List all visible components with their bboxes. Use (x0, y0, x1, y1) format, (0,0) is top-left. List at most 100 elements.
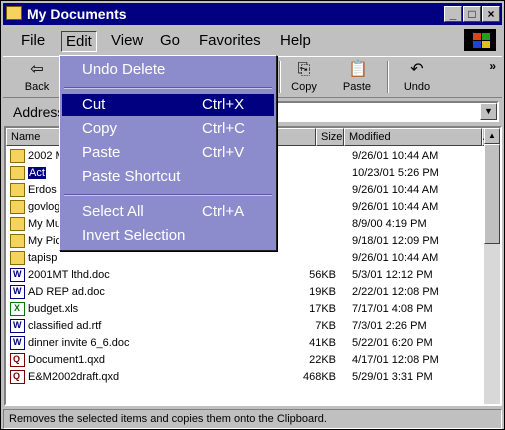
menu-bar: File Edit View Go Favorites Help (3, 29, 502, 53)
menu-item-label: Paste Shortcut (82, 168, 181, 185)
file-row[interactable]: E&M2002draft.qxd 468KB 5/29/01 3:31 PM (8, 369, 484, 386)
menu-item-shortcut: Ctrl+A (202, 203, 245, 220)
windows-logo-icon (464, 29, 496, 51)
toolbar-more-chevron-icon[interactable]: » (489, 59, 496, 73)
toolbar-separator (387, 61, 389, 93)
file-modified: 9/18/01 12:09 PM (352, 235, 439, 247)
undo-button[interactable]: ↶ Undo (393, 59, 441, 97)
copy-label: Copy (291, 81, 317, 93)
back-arrow-icon: ⇦ (30, 61, 44, 78)
file-row[interactable]: budget.xls 17KB 7/17/01 4:08 PM (8, 301, 484, 318)
file-row[interactable]: dinner invite 6_6.doc 41KB 5/22/01 6:20 PM (8, 335, 484, 352)
file-row[interactable]: classified ad.rtf 7KB 7/3/01 2:26 PM (8, 318, 484, 335)
menu-item-label: Invert Selection (82, 227, 186, 244)
back-label: Back (24, 81, 50, 93)
file-name: My Mu (28, 218, 61, 230)
close-button[interactable]: × (482, 6, 500, 22)
folder-icon (6, 6, 22, 20)
edit-menu-dropdown: Undo Delete Cut Ctrl+X Copy Ctrl+C Paste… (59, 55, 277, 251)
excel-file-icon (10, 302, 25, 316)
copy-icon: ⎘ (297, 61, 311, 78)
menu-item-shortcut: Ctrl+X (202, 96, 245, 113)
menu-favorites[interactable]: Favorites (195, 31, 265, 50)
menu-item-undo-delete[interactable]: Undo Delete (62, 59, 274, 81)
file-modified: 4/17/01 12:08 PM (352, 354, 439, 366)
word-file-icon (10, 285, 25, 299)
folder-icon (10, 183, 25, 197)
address-label: Address (13, 104, 65, 120)
file-row[interactable]: Document1.qxd 22KB 4/17/01 12:08 PM (8, 352, 484, 369)
menu-item-label: Undo Delete (82, 61, 166, 78)
file-size: 56KB (309, 269, 336, 281)
menu-item-copy[interactable]: Copy Ctrl+C (62, 118, 274, 140)
file-name: Act (27, 166, 47, 180)
minimize-button[interactable]: _ (444, 6, 462, 22)
back-button[interactable]: ⇦ Back (13, 59, 61, 97)
paste-icon: 📋 (348, 61, 368, 78)
menu-view[interactable]: View (107, 31, 147, 50)
menu-item-select-all[interactable]: Select All Ctrl+A (62, 201, 274, 223)
word-file-icon (10, 319, 25, 333)
file-name: Erdos (28, 184, 57, 196)
menu-item-shortcut: Ctrl+C (202, 120, 245, 137)
file-modified: 9/26/01 10:44 AM (352, 201, 439, 213)
menu-item-label: Select All (82, 203, 144, 220)
file-name: classified ad.rtf (28, 320, 102, 332)
title-bar[interactable]: My Documents _ □ × (3, 3, 502, 25)
file-modified: 8/9/00 4:19 PM (352, 218, 427, 230)
quark-file-icon (10, 370, 25, 384)
file-row[interactable]: tapisp 9/26/01 10:44 AM (8, 250, 484, 267)
file-size: 41KB (309, 337, 336, 349)
menu-file[interactable]: File (17, 31, 49, 50)
menu-item-paste-shortcut[interactable]: Paste Shortcut (62, 166, 274, 188)
file-modified: 5/29/01 3:31 PM (352, 371, 433, 383)
address-dropdown-icon[interactable]: ▼ (480, 103, 497, 120)
file-size: 468KB (302, 371, 336, 383)
file-modified: 5/22/01 6:20 PM (352, 337, 433, 349)
file-name: 2001MT lthd.doc (28, 269, 110, 281)
menu-item-cut[interactable]: Cut Ctrl+X (62, 94, 274, 116)
maximize-button[interactable]: □ (463, 6, 481, 22)
menu-go[interactable]: Go (156, 31, 184, 50)
copy-button[interactable]: ⎘ Copy (280, 59, 328, 97)
menu-item-paste[interactable]: Paste Ctrl+V (62, 142, 274, 164)
menu-help[interactable]: Help (276, 31, 315, 50)
menu-separator (64, 87, 272, 89)
word-file-icon (10, 336, 25, 350)
file-name: AD REP ad.doc (28, 286, 105, 298)
scroll-thumb[interactable] (484, 144, 500, 244)
menu-edit[interactable]: Edit (61, 31, 97, 52)
file-row[interactable]: AD REP ad.doc 19KB 2/22/01 12:08 PM (8, 284, 484, 301)
folder-icon (10, 251, 25, 265)
file-size: 17KB (309, 303, 336, 315)
file-size: 22KB (309, 354, 336, 366)
undo-label: Undo (403, 81, 431, 93)
folder-icon (10, 217, 25, 231)
paste-label: Paste (342, 81, 372, 93)
file-row[interactable]: 2001MT lthd.doc 56KB 5/3/01 12:12 PM (8, 267, 484, 284)
menu-item-label: Cut (82, 96, 106, 113)
menu-separator (64, 194, 272, 196)
vertical-scrollbar[interactable]: ▲ (484, 128, 500, 404)
file-modified: 7/3/01 2:26 PM (352, 320, 427, 332)
file-name: Document1.qxd (28, 354, 106, 366)
file-name: govlog (28, 201, 61, 213)
folder-icon (10, 200, 25, 214)
quark-file-icon (10, 353, 25, 367)
folder-icon (10, 166, 25, 180)
scroll-up-icon[interactable]: ▲ (484, 128, 500, 144)
folder-icon (10, 234, 25, 248)
file-modified: 9/26/01 10:44 AM (352, 184, 439, 196)
undo-icon: ↶ (410, 61, 424, 78)
file-name: My Pic (28, 235, 61, 247)
menu-item-invert-selection[interactable]: Invert Selection (62, 225, 274, 247)
file-size: 19KB (309, 286, 336, 298)
paste-button[interactable]: 📋 Paste (333, 59, 381, 97)
menu-item-label: Copy (82, 120, 118, 137)
window-title: My Documents (27, 6, 127, 22)
word-file-icon (10, 268, 25, 282)
column-header-modified[interactable]: Modified (344, 128, 482, 146)
folder-icon (10, 149, 25, 163)
column-header-size[interactable]: Size (316, 128, 344, 146)
file-name: dinner invite 6_6.doc (28, 337, 130, 349)
